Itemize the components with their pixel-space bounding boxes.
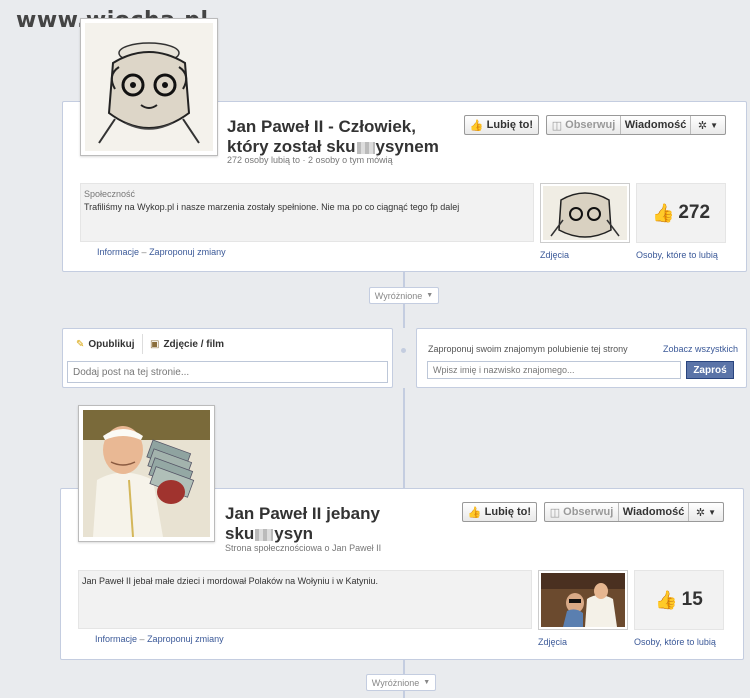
title-part: sku xyxy=(225,524,255,543)
censor-blur xyxy=(356,141,375,154)
photos-link-2[interactable]: Zdjęcia xyxy=(538,637,567,647)
follow-label: Obserwuj xyxy=(565,119,616,131)
likes-box-2[interactable]: 👍 15 xyxy=(634,570,724,630)
info-links-1: Informacje – Zaproponuj zmiany xyxy=(97,247,226,257)
follow-button-2[interactable]: ◫ Obserwuj xyxy=(545,503,619,521)
settings-dropdown-1[interactable]: ✲ ▼ xyxy=(691,116,725,134)
thumbs-up-icon: 👍 xyxy=(469,119,484,132)
rss-icon: ◫ xyxy=(549,506,561,519)
tab-divider xyxy=(142,334,143,354)
camera-icon: ▣ xyxy=(150,339,160,350)
highlight-dropdown-2[interactable]: Wyróżnione ▼ xyxy=(366,674,436,691)
suggest-changes-link[interactable]: Zaproponuj zmiany xyxy=(149,247,226,257)
page-title-1: Jan Paweł II - Człowiek, który został sk… xyxy=(227,117,467,157)
page-stats-1: 272 osoby lubią to · 2 osoby o tym mówią xyxy=(227,155,393,165)
suggest-prompt: Zaproponuj swoim znajomym polubienie tej… xyxy=(428,344,628,354)
photos-thumbnail-2[interactable] xyxy=(538,570,628,630)
title-line: który został sku ysynem xyxy=(227,137,467,157)
separator: – xyxy=(139,634,148,644)
about-box-1 xyxy=(80,183,534,242)
info-links-2: Informacje – Zaproponuj zmiany xyxy=(95,634,224,644)
likes-count-1: 272 xyxy=(678,202,711,223)
pill-label: Wyróżnione xyxy=(374,290,423,301)
chevron-down-icon: ▼ xyxy=(423,679,431,686)
pope-drawing-image xyxy=(85,23,213,151)
like-label: Lubię to! xyxy=(486,119,534,131)
title-line: Jan Paweł II jebany xyxy=(225,504,380,523)
invite-button[interactable]: Zaproś xyxy=(686,361,734,379)
pill-label: Wyróżnione xyxy=(371,677,420,688)
info-link[interactable]: Informacje xyxy=(95,634,137,644)
settings-dropdown-2[interactable]: ✲ ▼ xyxy=(689,503,723,521)
about-text-2: Jan Paweł II jebał małe dzieci i mordowa… xyxy=(82,576,378,586)
subtitle-text: Strona społecznościowa o Jan Paweł II xyxy=(225,543,382,553)
suggest-card xyxy=(416,328,747,388)
separator: – xyxy=(141,247,150,257)
action-group-2: ◫ Obserwuj Wiadomość ✲ ▼ xyxy=(544,502,724,522)
page-title-2: Jan Paweł II jebany sku ysyn xyxy=(225,504,455,544)
chevron-down-icon: ▼ xyxy=(710,120,719,130)
photos-link-1[interactable]: Zdjęcia xyxy=(540,250,569,260)
publish-label: Opublikuj xyxy=(88,339,135,350)
rss-icon: ◫ xyxy=(551,119,563,132)
pope-with-child-photo xyxy=(541,573,625,627)
title-line: Jan Paweł II - Człowiek, xyxy=(227,117,416,136)
post-input[interactable]: Dodaj post na tej stronie... xyxy=(67,361,388,383)
likes-link-1[interactable]: Osoby, które to lubią xyxy=(636,250,718,260)
likes-link-2[interactable]: Osoby, które to lubią xyxy=(634,637,716,647)
photo-video-label: Zdjęcie / film xyxy=(163,339,225,350)
follow-label: Obserwuj xyxy=(563,506,614,518)
censor-blur xyxy=(255,528,274,541)
pope-drawing-thumb xyxy=(543,186,627,240)
profile-picture-1[interactable] xyxy=(80,18,218,156)
likes-count-2: 15 xyxy=(681,589,703,610)
pencil-icon: ✎ xyxy=(76,339,85,350)
thumbs-up-icon: 👍 xyxy=(467,506,482,519)
about-text-1: Trafiliśmy na Wykop.pl i nasze marzenia … xyxy=(84,202,460,212)
thumbs-up-icon: 👍 xyxy=(655,589,678,610)
chevron-down-icon: ▼ xyxy=(708,507,717,517)
action-group-1: ◫ Obserwuj Wiadomość ✲ ▼ xyxy=(546,115,726,135)
info-link[interactable]: Informacje xyxy=(97,247,139,257)
likes-box-1[interactable]: 👍 272 xyxy=(636,183,726,243)
gear-icon: ✲ xyxy=(697,119,708,132)
see-all-link[interactable]: Zobacz wszystkich xyxy=(663,344,738,354)
suggest-changes-link[interactable]: Zaproponuj zmiany xyxy=(147,634,224,644)
title-line: sku ysyn xyxy=(225,524,455,544)
photo-video-tab[interactable]: ▣ Zdjęcie / film xyxy=(150,339,224,350)
page-subtitle-2: Strona społecznościowa o Jan Paweł II xyxy=(225,543,381,553)
profile-picture-2[interactable] xyxy=(78,405,215,542)
publish-tab[interactable]: ✎ Opublikuj xyxy=(76,339,135,350)
thumbs-up-icon: 👍 xyxy=(651,202,675,223)
like-label: Lubię to! xyxy=(484,506,532,518)
title-part: ysyn xyxy=(274,524,314,543)
photos-thumbnail-1[interactable] xyxy=(540,183,630,243)
chevron-down-icon: ▼ xyxy=(426,292,434,299)
like-button-2[interactable]: 👍 Lubię to! xyxy=(462,502,537,522)
message-button-1[interactable]: Wiadomość xyxy=(621,116,691,134)
follow-button-1[interactable]: ◫ Obserwuj xyxy=(547,116,621,134)
like-button-1[interactable]: 👍 Lubię to! xyxy=(464,115,539,135)
timeline-line xyxy=(403,388,405,488)
friend-name-input[interactable]: Wpisz imię i nazwisko znajomego... xyxy=(427,361,681,379)
pope-money-photo xyxy=(83,410,210,537)
gear-icon: ✲ xyxy=(695,506,706,519)
message-button-2[interactable]: Wiadomość xyxy=(619,503,689,521)
category-label-1: Społeczność xyxy=(84,189,136,199)
highlight-dropdown-1[interactable]: Wyróżnione ▼ xyxy=(369,287,439,304)
title-part: który został sku xyxy=(227,137,356,156)
timeline-dot xyxy=(401,348,406,353)
title-part: ysynem xyxy=(375,137,439,156)
